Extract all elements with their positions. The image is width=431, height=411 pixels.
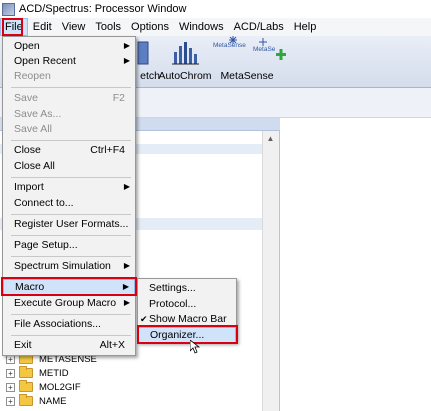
menu-item-shortcut: F2: [112, 92, 125, 104]
menu-item-import[interactable]: Import ▶: [3, 179, 135, 195]
menu-edit[interactable]: Edit: [28, 18, 57, 36]
menu-item-show-macro-bar[interactable]: ✔ Show Macro Bar: [138, 311, 236, 327]
tree-item-label: METID: [39, 367, 69, 379]
menu-item-label: Save All: [14, 123, 52, 135]
menu-item-exit[interactable]: Exit Alt+X: [3, 337, 135, 353]
menu-item-label: Connect to...: [14, 197, 74, 209]
menu-separator: [11, 235, 131, 236]
vertical-scrollbar[interactable]: ▲: [262, 131, 279, 411]
menu-help[interactable]: Help: [289, 18, 322, 36]
menu-item-shortcut: Ctrl+F4: [90, 144, 125, 156]
menu-item-label: Save As...: [14, 108, 62, 120]
menu-item-spectrum-simulation[interactable]: Spectrum Simulation ▶: [3, 258, 135, 274]
menu-item-shortcut: Alt+X: [99, 339, 125, 351]
folder-icon: [19, 380, 33, 392]
checkmark-icon: ✔: [140, 314, 148, 324]
menu-item-macro[interactable]: Macro ▶: [3, 279, 135, 295]
menu-item-label: Open: [14, 40, 40, 52]
menu-item-label: Reopen: [14, 70, 51, 82]
menu-separator: [11, 87, 131, 88]
menu-item-open-recent[interactable]: Open Recent ▶: [3, 53, 135, 69]
menu-item-label: Show Macro Bar: [149, 313, 227, 325]
menu-item-label: Register User Formats...: [14, 218, 129, 230]
menu-item-label: Protocol...: [149, 298, 197, 310]
menu-item-register-user-formats[interactable]: Register User Formats...: [3, 216, 135, 232]
menu-item-label: Macro: [15, 281, 45, 293]
menu-item-close[interactable]: Close Ctrl+F4: [3, 142, 135, 158]
menu-separator: [11, 335, 131, 336]
tree-item-label: NAME: [39, 395, 67, 407]
submenu-arrow-icon: ▶: [123, 56, 130, 65]
menu-item-label: Execute Group Macro: [14, 297, 117, 309]
menu-separator: [11, 214, 131, 215]
submenu-arrow-icon: ▶: [123, 182, 130, 191]
submenu-arrow-icon: ▶: [122, 282, 129, 291]
menu-item-label: Exit: [14, 339, 32, 351]
folder-icon: [19, 366, 33, 378]
menu-options[interactable]: Options: [126, 18, 174, 36]
macro-submenu: Settings... Protocol... ✔ Show Macro Bar…: [137, 278, 237, 343]
menu-item-settings[interactable]: Settings...: [138, 280, 236, 296]
menu-separator: [11, 177, 131, 178]
menu-item-label: Open Recent: [14, 55, 76, 67]
menu-item-label: Import: [14, 181, 44, 193]
menu-item-close-all[interactable]: Close All: [3, 158, 135, 174]
menu-item-open[interactable]: Open ▶: [3, 38, 135, 54]
menu-windows[interactable]: Windows: [174, 18, 229, 36]
folder-icon: [19, 394, 33, 406]
menu-item-label: Page Setup...: [14, 239, 78, 251]
menu-acdlabs[interactable]: ACD/Labs: [229, 18, 289, 36]
menu-separator: [11, 256, 131, 257]
menu-separator: [11, 314, 131, 315]
submenu-arrow-icon: ▶: [123, 41, 130, 50]
menu-item-label: Close: [14, 144, 41, 156]
menu-item-label: Save: [14, 92, 38, 104]
menu-item-save-as[interactable]: Save As...: [3, 106, 135, 122]
workspace-area: [281, 118, 431, 411]
menu-item-connect-to[interactable]: Connect to...: [3, 195, 135, 211]
menu-item-label: Settings...: [149, 282, 196, 294]
metasense-label: MetaSense: [220, 70, 274, 82]
menu-item-organizer[interactable]: Organizer...: [138, 327, 236, 343]
submenu-arrow-icon: ▶: [123, 261, 130, 270]
menu-item-save-all[interactable]: Save All: [3, 121, 135, 137]
window-title: ACD/Spectrus: Processor Window: [19, 3, 187, 15]
menu-tools[interactable]: Tools: [90, 18, 126, 36]
menu-item-label: Close All: [14, 160, 55, 172]
folder-tree: + METASENSE + METID + MOL2GIF + NAME: [6, 352, 97, 408]
app-icon: [2, 2, 15, 16]
tree-item[interactable]: + METID: [6, 366, 97, 380]
tree-item-label: MOL2GIF: [39, 381, 81, 393]
expand-icon[interactable]: +: [6, 368, 15, 378]
menu-separator: [11, 277, 131, 278]
scroll-up-icon[interactable]: ▲: [263, 131, 278, 146]
tree-item[interactable]: + NAME: [6, 394, 97, 408]
menu-view[interactable]: View: [57, 18, 91, 36]
autochrom-icon: [158, 38, 212, 66]
menu-bar: File Edit View Tools Options Windows ACD…: [0, 18, 431, 36]
menu-file[interactable]: File: [0, 18, 28, 36]
submenu-arrow-icon: ▶: [123, 298, 130, 307]
menu-item-protocol[interactable]: Protocol...: [138, 296, 236, 312]
file-menu: Open ▶ Open Recent ▶ Reopen Save F2 Save…: [2, 36, 136, 356]
menu-item-save[interactable]: Save F2: [3, 90, 135, 106]
metasense-button[interactable]: MetaSense MetaSe MetaSense: [213, 36, 293, 82]
menu-item-reopen[interactable]: Reopen: [3, 68, 135, 84]
menu-item-execute-group-macro[interactable]: Execute Group Macro ▶: [3, 295, 135, 311]
title-bar: ACD/Spectrus: Processor Window: [0, 0, 431, 18]
menu-item-page-setup[interactable]: Page Setup...: [3, 237, 135, 253]
metasense-icon-text-1: MetaSense: [213, 42, 246, 49]
metasense-icon: MetaSense MetaSe: [213, 36, 293, 66]
metasense-icon-text-2: MetaSe: [253, 46, 276, 53]
expand-icon[interactable]: +: [6, 382, 15, 392]
menu-item-label: File Associations...: [14, 318, 101, 330]
menu-item-label: Spectrum Simulation: [14, 260, 111, 272]
tree-item[interactable]: + MOL2GIF: [6, 380, 97, 394]
menu-item-file-associations[interactable]: File Associations...: [3, 316, 135, 332]
menu-separator: [11, 140, 131, 141]
expand-icon[interactable]: +: [6, 396, 15, 406]
